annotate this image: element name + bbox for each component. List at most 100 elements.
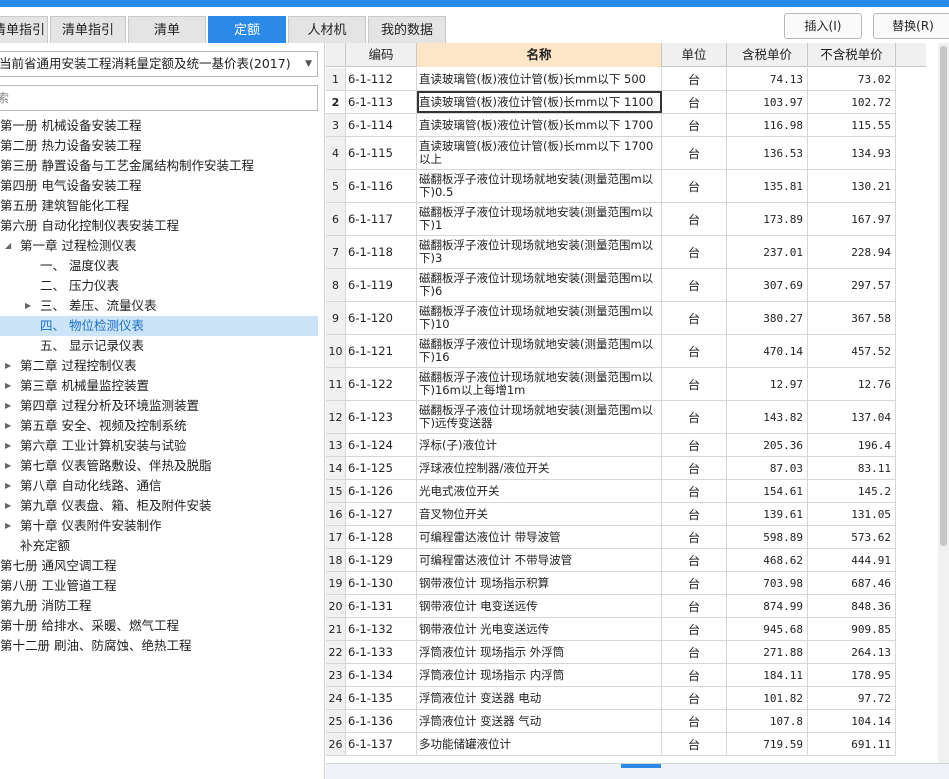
name-cell[interactable]: 钢带液位计 现场指示积算 bbox=[417, 572, 662, 594]
price-notax-cell[interactable]: 145.2 bbox=[808, 480, 896, 502]
price-notax-cell[interactable]: 104.14 bbox=[808, 710, 896, 732]
table-row[interactable]: 5 6-1-116 磁翻板浮子液位计现场就地安装(测量范围m以下)0.5 台 135.8… bbox=[326, 170, 896, 203]
tree-node[interactable]: 二、 压力仪表 bbox=[0, 276, 318, 296]
row-index[interactable]: 6 bbox=[326, 203, 346, 235]
price-tax-cell[interactable]: 945.68 bbox=[727, 618, 808, 640]
splitter-grip[interactable] bbox=[621, 764, 661, 768]
collapsed-arrow-icon[interactable]: ▶ bbox=[5, 376, 11, 396]
table-row[interactable]: 23 6-1-134 浮筒液位计 现场指示 内浮筒 台 184.11 178.95 bbox=[326, 664, 896, 687]
code-cell[interactable]: 6-1-127 bbox=[346, 503, 417, 525]
tree-node[interactable]: ▶ 第三章 机械量监控装置 bbox=[0, 376, 318, 396]
tree-node[interactable]: 第六册 自动化控制仪表安装工程 bbox=[0, 216, 318, 236]
price-tax-cell[interactable]: 271.88 bbox=[727, 641, 808, 663]
unit-cell[interactable]: 台 bbox=[662, 335, 727, 367]
unit-cell[interactable]: 台 bbox=[662, 302, 727, 334]
unit-cell[interactable]: 台 bbox=[662, 91, 727, 113]
code-cell[interactable]: 6-1-130 bbox=[346, 572, 417, 594]
row-index[interactable]: 16 bbox=[326, 503, 346, 525]
price-tax-cell[interactable]: 12.97 bbox=[727, 368, 808, 400]
unit-cell[interactable]: 台 bbox=[662, 572, 727, 594]
price-tax-cell[interactable]: 468.62 bbox=[727, 549, 808, 571]
price-notax-cell[interactable]: 167.97 bbox=[808, 203, 896, 235]
row-index[interactable]: 24 bbox=[326, 687, 346, 709]
price-notax-cell[interactable]: 264.13 bbox=[808, 641, 896, 663]
price-tax-cell[interactable]: 184.11 bbox=[727, 664, 808, 686]
price-tax-cell[interactable]: 307.69 bbox=[727, 269, 808, 301]
table-row[interactable]: 19 6-1-130 钢带液位计 现场指示积算 台 703.98 687.46 bbox=[326, 572, 896, 595]
price-notax-cell[interactable]: 102.72 bbox=[808, 91, 896, 113]
name-cell[interactable]: 磁翻板浮子液位计现场就地安装(测量范围m以下)16 bbox=[417, 335, 662, 367]
code-cell[interactable]: 6-1-112 bbox=[346, 68, 417, 90]
unit-cell[interactable]: 台 bbox=[662, 618, 727, 640]
price-tax-cell[interactable]: 87.03 bbox=[727, 457, 808, 479]
unit-cell[interactable]: 台 bbox=[662, 710, 727, 732]
table-row[interactable]: 11 6-1-122 磁翻板浮子液位计现场就地安装(测量范围m以下)16m以上每增1… bbox=[326, 368, 896, 401]
price-notax-cell[interactable]: 131.05 bbox=[808, 503, 896, 525]
name-cell[interactable]: 钢带液位计 电变送远传 bbox=[417, 595, 662, 617]
unit-cell[interactable]: 台 bbox=[662, 733, 727, 755]
unit-cell[interactable]: 台 bbox=[662, 137, 727, 169]
code-cell[interactable]: 6-1-136 bbox=[346, 710, 417, 732]
table-row[interactable]: 18 6-1-129 可编程雷达液位计 不带导波管 台 468.62 444.91 bbox=[326, 549, 896, 572]
unit-cell[interactable]: 台 bbox=[662, 203, 727, 235]
price-notax-cell[interactable]: 73.02 bbox=[808, 68, 896, 90]
code-cell[interactable]: 6-1-125 bbox=[346, 457, 417, 479]
price-tax-cell[interactable]: 154.61 bbox=[727, 480, 808, 502]
price-tax-cell[interactable]: 139.61 bbox=[727, 503, 808, 525]
price-tax-cell[interactable]: 101.82 bbox=[727, 687, 808, 709]
table-row[interactable]: 21 6-1-132 钢带液位计 光电变送远传 台 945.68 909.85 bbox=[326, 618, 896, 641]
tree-node[interactable]: ▶ 第十章 仪表附件安装制作 bbox=[0, 516, 318, 536]
code-cell[interactable]: 6-1-121 bbox=[346, 335, 417, 367]
unit-cell[interactable]: 台 bbox=[662, 503, 727, 525]
table-row[interactable]: 24 6-1-135 浮筒液位计 变送器 电动 台 101.82 97.72 bbox=[326, 687, 896, 710]
tree-node[interactable]: 第八册 工业管道工程 bbox=[0, 576, 318, 596]
tab-qingdan-zhiyin-2[interactable]: 清单指引 bbox=[50, 16, 126, 43]
row-index[interactable]: 19 bbox=[326, 572, 346, 594]
table-row[interactable]: 22 6-1-133 浮筒液位计 现场指示 外浮筒 台 271.88 264.13 bbox=[326, 641, 896, 664]
tree-node[interactable]: 补充定额 bbox=[0, 536, 318, 556]
unit-cell[interactable]: 台 bbox=[662, 480, 727, 502]
unit-cell[interactable]: 台 bbox=[662, 595, 727, 617]
row-index[interactable]: 12 bbox=[326, 401, 346, 433]
code-cell[interactable]: 6-1-123 bbox=[346, 401, 417, 433]
table-row[interactable]: 4 6-1-115 直读玻璃管(板)液位计管(板)长mm以下 1700 以上 台 136… bbox=[326, 137, 896, 170]
row-index[interactable]: 4 bbox=[326, 137, 346, 169]
search-input[interactable]: 搜索 bbox=[0, 85, 318, 111]
price-notax-cell[interactable]: 444.91 bbox=[808, 549, 896, 571]
table-row[interactable]: 6 6-1-117 磁翻板浮子液位计现场就地安装(测量范围m以下)1 台 173.89 1… bbox=[326, 203, 896, 236]
name-cell[interactable]: 钢带液位计 光电变送远传 bbox=[417, 618, 662, 640]
code-cell[interactable]: 6-1-113 bbox=[346, 91, 417, 113]
name-cell[interactable]: 磁翻板浮子液位计现场就地安装(测量范围m以下)远传变送器 bbox=[417, 401, 662, 433]
name-cell[interactable]: 光电式液位开关 bbox=[417, 480, 662, 502]
price-tax-cell[interactable]: 205.36 bbox=[727, 434, 808, 456]
unit-cell[interactable]: 台 bbox=[662, 457, 727, 479]
row-index[interactable]: 22 bbox=[326, 641, 346, 663]
table-row[interactable]: 3 6-1-114 直读玻璃管(板)液位计管(板)长mm以下 1700 台 116.98… bbox=[326, 114, 896, 137]
tree-node[interactable]: 五、 显示记录仪表 bbox=[0, 336, 318, 356]
price-notax-cell[interactable]: 97.72 bbox=[808, 687, 896, 709]
table-row[interactable]: 14 6-1-125 浮球液位控制器/液位开关 台 87.03 83.11 bbox=[326, 457, 896, 480]
header-price-notax[interactable]: 不含税单价 bbox=[808, 43, 896, 67]
price-notax-cell[interactable]: 115.55 bbox=[808, 114, 896, 136]
row-index[interactable]: 9 bbox=[326, 302, 346, 334]
unit-cell[interactable]: 台 bbox=[662, 664, 727, 686]
row-index[interactable]: 10 bbox=[326, 335, 346, 367]
tree-node[interactable]: ▶ 三、 差压、流量仪表 bbox=[0, 296, 318, 316]
table-row[interactable]: 26 6-1-137 多功能储罐液位计 台 719.59 691.11 bbox=[326, 733, 896, 756]
row-index[interactable]: 15 bbox=[326, 480, 346, 502]
tree-node[interactable]: 第四册 电气设备安装工程 bbox=[0, 176, 318, 196]
price-tax-cell[interactable]: 874.99 bbox=[727, 595, 808, 617]
code-cell[interactable]: 6-1-128 bbox=[346, 526, 417, 548]
tree-node[interactable]: 第一册 机械设备安装工程 bbox=[0, 116, 318, 136]
row-index[interactable]: 18 bbox=[326, 549, 346, 571]
table-row[interactable]: 15 6-1-126 光电式液位开关 台 154.61 145.2 bbox=[326, 480, 896, 503]
table-row[interactable]: 16 6-1-127 音叉物位开关 台 139.61 131.05 bbox=[326, 503, 896, 526]
header-name[interactable]: 名称 bbox=[417, 43, 662, 67]
code-cell[interactable]: 6-1-129 bbox=[346, 549, 417, 571]
tree-node[interactable]: ▶ 第六章 工业计算机安装与试验 bbox=[0, 436, 318, 456]
unit-cell[interactable]: 台 bbox=[662, 401, 727, 433]
row-index[interactable]: 1 bbox=[326, 68, 346, 90]
collapsed-arrow-icon[interactable]: ▶ bbox=[5, 456, 11, 476]
name-cell[interactable]: 多功能储罐液位计 bbox=[417, 733, 662, 755]
name-cell[interactable]: 可编程雷达液位计 带导波管 bbox=[417, 526, 662, 548]
